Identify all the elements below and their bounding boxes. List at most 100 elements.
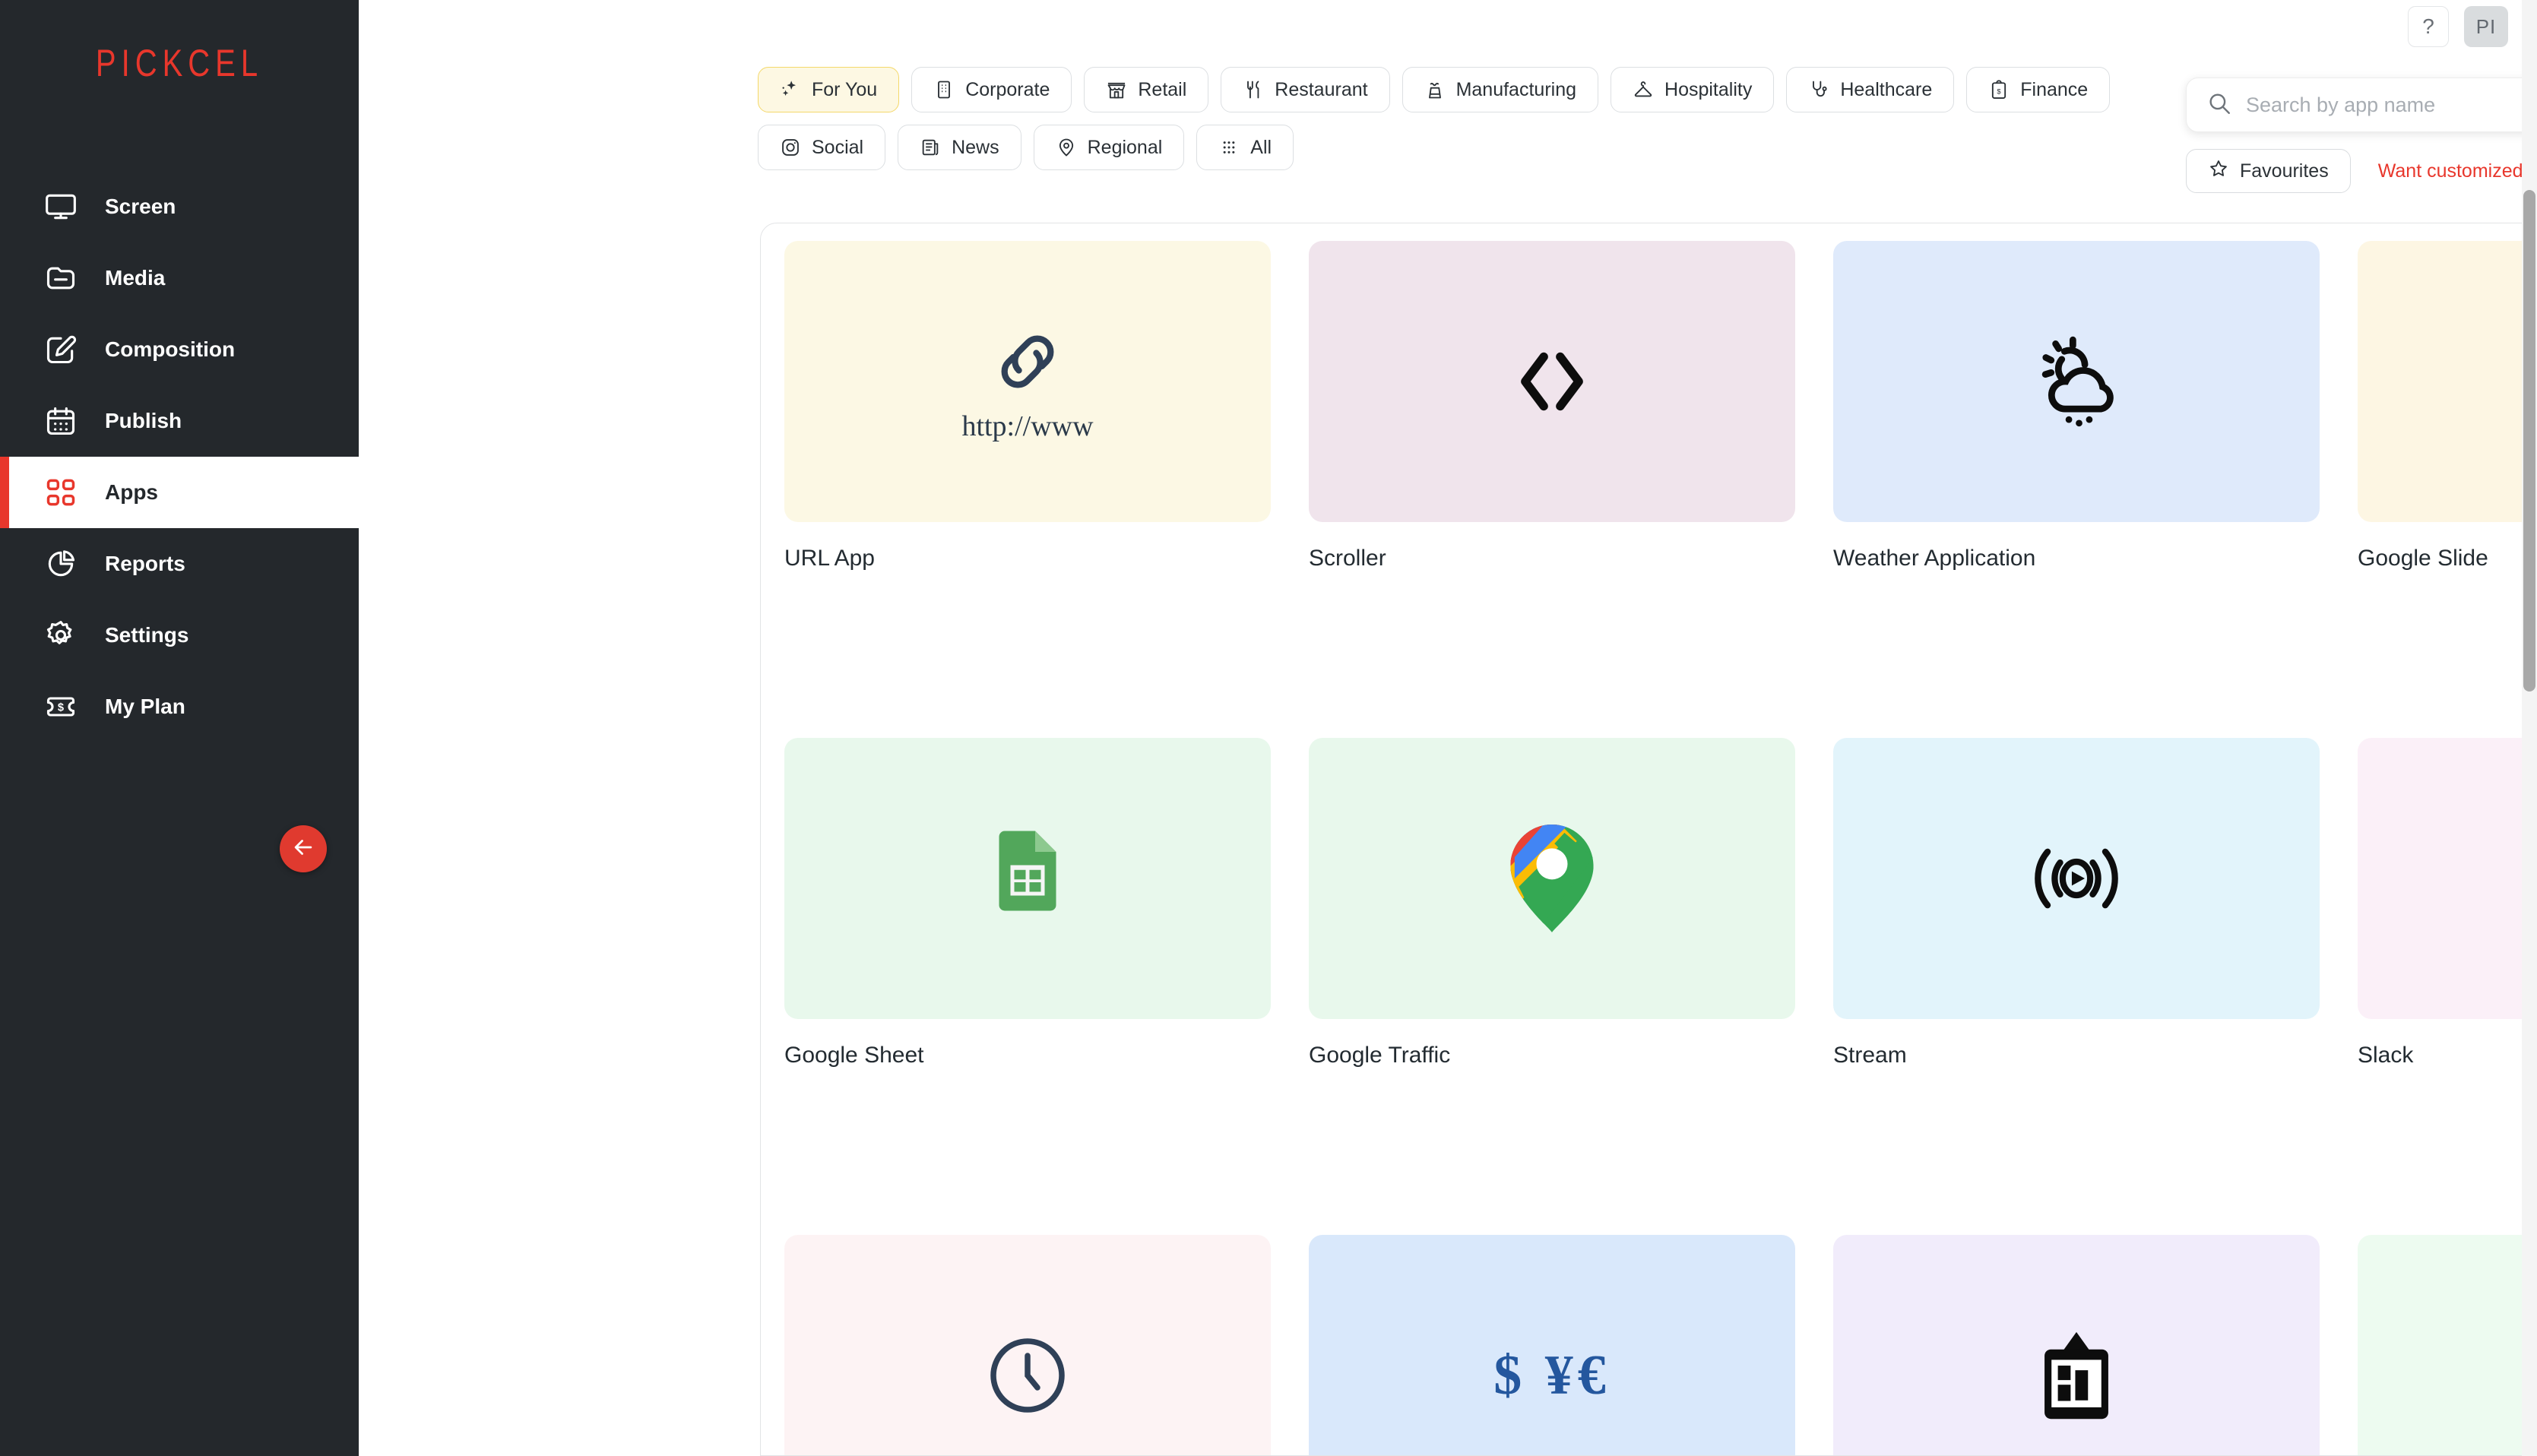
- calendar-icon: [44, 404, 78, 438]
- sidebar-item-media[interactable]: Media: [0, 242, 359, 314]
- apps-grid: http://www URL App Scroller Weather Appl…: [761, 223, 2537, 1455]
- app-card-google-slide[interactable]: Google Slide: [2358, 241, 2537, 738]
- filter-chip-news[interactable]: News: [898, 125, 1021, 170]
- brand-logo: PICKCEL: [0, 0, 359, 84]
- app-thumbnail: [1833, 738, 2320, 1019]
- filter-chip-label: Hospitality: [1664, 78, 1753, 100]
- sidebar-item-screen[interactable]: Screen: [0, 171, 359, 242]
- filter-chip-label: Restaurant: [1275, 78, 1368, 100]
- app-thumbnail: [2358, 1235, 2537, 1455]
- stethoscope-icon: [1808, 79, 1829, 100]
- pie-chart-icon: [44, 547, 78, 581]
- filter-chip-hospitality[interactable]: Hospitality: [1611, 67, 1775, 112]
- cutlery-icon: [1243, 79, 1264, 100]
- app-card-slack[interactable]: Slack: [2358, 738, 2537, 1235]
- filter-chip-label: All: [1250, 136, 1272, 158]
- filter-chip-finance[interactable]: $ Finance: [1966, 67, 2111, 112]
- app-card-title: Google Traffic: [1309, 1043, 1451, 1068]
- topbar: ? PI: [359, 0, 2537, 53]
- clock-icon: [982, 1330, 1073, 1421]
- app-thumbnail: [784, 738, 1271, 1019]
- app-card-url-app[interactable]: http://www URL App: [784, 241, 1271, 738]
- sidebar-collapse-button[interactable]: [280, 825, 327, 872]
- app-card-discount[interactable]: [2358, 1235, 2537, 1455]
- app-card-title: Slack: [2358, 1043, 2414, 1068]
- vertical-scrollbar[interactable]: [2522, 0, 2537, 1456]
- filter-chip-for-you[interactable]: For You: [758, 67, 900, 112]
- app-card-title: Google Sheet: [784, 1043, 924, 1068]
- app-thumbnail: [2358, 241, 2537, 522]
- link-url-icon: [986, 320, 1069, 404]
- card-spacer: [1833, 1072, 2320, 1235]
- favourites-label: Favourites: [2240, 160, 2329, 182]
- sidebar-item-label: Apps: [105, 480, 158, 504]
- help-button[interactable]: ?: [2408, 6, 2449, 47]
- app-thumbnail: http://www: [784, 241, 1271, 522]
- app-card-title: URL App: [784, 546, 875, 571]
- sidebar-item-label: Screen: [105, 195, 176, 218]
- filter-chip-label: Social: [812, 136, 864, 158]
- filter-chip-social[interactable]: Social: [758, 125, 886, 170]
- edit-icon: [44, 333, 78, 366]
- store-icon: [1106, 79, 1127, 100]
- app-thumbnail: $ ¥€: [1309, 1235, 1795, 1455]
- clipboard-dollar-icon: $: [1988, 79, 2010, 100]
- sidebar-item-settings[interactable]: Settings: [0, 600, 359, 671]
- app-card-scoreboard[interactable]: [1833, 1235, 2320, 1455]
- card-spacer: [1309, 575, 1795, 738]
- search-icon: [2206, 90, 2232, 120]
- filter-chip-label: Finance: [2020, 78, 2089, 100]
- svg-text:$: $: [1997, 87, 2002, 95]
- app-card-title: Weather Application: [1833, 546, 2036, 571]
- sidebar-item-reports[interactable]: Reports: [0, 528, 359, 600]
- dots-grid-icon: [1218, 137, 1240, 158]
- search-box[interactable]: [2186, 78, 2537, 132]
- app-card-title: Stream: [1833, 1043, 1907, 1068]
- sidebar-item-label: Composition: [105, 337, 236, 361]
- app-card-stream[interactable]: Stream: [1833, 738, 2320, 1235]
- sidebar-item-label: My Plan: [105, 695, 185, 718]
- search-input[interactable]: [2246, 93, 2537, 117]
- app-card-currency[interactable]: $ ¥€: [1309, 1235, 1795, 1455]
- url-app-caption: http://www: [961, 410, 1094, 442]
- app-card-google-traffic[interactable]: Google Traffic: [1309, 738, 1795, 1235]
- sidebar-item-apps[interactable]: Apps: [0, 457, 359, 528]
- filter-chip-corporate[interactable]: Corporate: [911, 67, 1072, 112]
- category-filter-bar: For You Corporate Retail Restaurant Manu…: [758, 67, 2141, 170]
- customized-apps-link[interactable]: Want customized apps?: [2378, 160, 2537, 182]
- card-spacer: [2358, 575, 2537, 738]
- filter-chip-manufacturing[interactable]: Manufacturing: [1402, 67, 1599, 112]
- actions-row: Favourites Want customized apps?: [2186, 149, 2537, 193]
- app-card-title: Scroller: [1309, 546, 1386, 571]
- filter-chip-label: Healthcare: [1840, 78, 1933, 100]
- filter-chip-restaurant[interactable]: Restaurant: [1221, 67, 1390, 112]
- avatar[interactable]: PI: [2464, 6, 2508, 47]
- card-spacer: [784, 575, 1271, 738]
- filter-chip-regional[interactable]: Regional: [1033, 125, 1185, 170]
- app-card-weather-application[interactable]: Weather Application: [1833, 241, 2320, 738]
- google-sheets-icon: [990, 829, 1066, 928]
- svg-text:$: $: [58, 702, 64, 714]
- broadcast-play-icon: [2021, 828, 2132, 929]
- sidebar-item-my-plan[interactable]: $ My Plan: [0, 671, 359, 742]
- filter-chip-all[interactable]: All: [1196, 125, 1294, 170]
- code-brackets-icon: [1503, 332, 1601, 431]
- filter-chip-label: Corporate: [965, 78, 1050, 100]
- app-card-clock[interactable]: [784, 1235, 1271, 1455]
- filter-chip-label: Retail: [1138, 78, 1187, 100]
- favourites-button[interactable]: Favourites: [2186, 149, 2351, 193]
- sidebar-item-publish[interactable]: Publish: [0, 385, 359, 457]
- filter-chip-label: For You: [812, 78, 878, 100]
- card-spacer: [1309, 1072, 1795, 1235]
- app-card-scroller[interactable]: Scroller: [1309, 241, 1795, 738]
- app-thumbnail: [1309, 738, 1795, 1019]
- scrollbar-thumb[interactable]: [2523, 190, 2535, 692]
- sidebar-item-composition[interactable]: Composition: [0, 314, 359, 385]
- filter-chip-healthcare[interactable]: Healthcare: [1786, 67, 1955, 112]
- ticket-icon: $: [44, 690, 78, 723]
- app-root: PICKCEL Screen Media Composition Publish…: [0, 0, 2537, 1456]
- filter-chip-retail[interactable]: Retail: [1084, 67, 1209, 112]
- app-card-google-sheet[interactable]: Google Sheet: [784, 738, 1271, 1235]
- sparkle-icon: [780, 79, 801, 100]
- sidebar-item-label: Settings: [105, 623, 189, 647]
